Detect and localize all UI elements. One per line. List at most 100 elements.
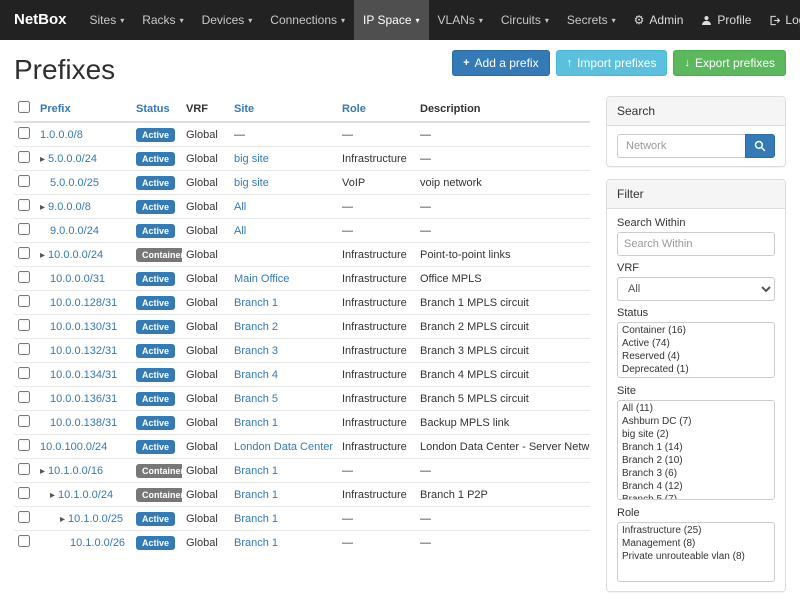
prefix-link[interactable]: 1.0.0.0/8 xyxy=(40,129,83,141)
vrf-cell: Global xyxy=(182,267,230,291)
nav-item-sites[interactable]: Sites▾ xyxy=(81,0,134,40)
vrf-filter-select[interactable]: All xyxy=(617,277,775,301)
select-all-checkbox[interactable] xyxy=(18,101,30,113)
filter-option[interactable]: Deprecated (1) xyxy=(619,363,773,376)
nav-item-secrets[interactable]: Secrets▾ xyxy=(558,0,625,40)
prefix-link[interactable]: 10.1.0.0/24 xyxy=(58,489,113,501)
filter-option[interactable]: Active (74) xyxy=(619,337,773,350)
row-checkbox[interactable] xyxy=(18,439,30,451)
filter-option[interactable]: Branch 5 (7) xyxy=(619,493,773,500)
site-link[interactable]: big site xyxy=(234,177,269,189)
site-filter-select[interactable]: All (11)Ashburn DC (7)big site (2)Branch… xyxy=(617,400,775,500)
row-checkbox[interactable] xyxy=(18,199,30,211)
add-prefix-button[interactable]: + Add a prefix xyxy=(452,50,549,76)
search-input[interactable] xyxy=(617,134,745,158)
prefix-link[interactable]: 10.0.0.0/24 xyxy=(48,249,103,261)
row-checkbox[interactable] xyxy=(18,487,30,499)
export-prefixes-button[interactable]: ↓ Export prefixes xyxy=(673,50,786,76)
site-link[interactable]: London Data Center xyxy=(234,441,333,453)
prefix-link[interactable]: 10.0.100.0/24 xyxy=(40,441,107,453)
column-header-site[interactable]: Site xyxy=(230,96,338,122)
row-checkbox[interactable] xyxy=(18,151,30,163)
site-link[interactable]: big site xyxy=(234,153,269,165)
nav-item-label: Admin xyxy=(649,13,683,27)
nav-item-ip-space[interactable]: IP Space▾ xyxy=(354,0,429,40)
filter-option[interactable]: big site (2) xyxy=(619,428,773,441)
table-row: ▸10.0.0.0/24ContainerGlobalInfrastructur… xyxy=(14,243,590,267)
row-checkbox[interactable] xyxy=(18,343,30,355)
prefix-link[interactable]: 5.0.0.0/24 xyxy=(48,153,97,165)
prefix-cell: 10.0.0.136/31 xyxy=(36,387,132,411)
filter-option[interactable]: All (11) xyxy=(619,402,773,415)
import-prefixes-button[interactable]: ↑ Import prefixes xyxy=(556,50,668,76)
row-checkbox[interactable] xyxy=(18,247,30,259)
site-link[interactable]: Branch 1 xyxy=(234,417,278,429)
filter-option[interactable]: Management (8) xyxy=(619,537,773,550)
prefix-link[interactable]: 10.1.0.0/25 xyxy=(68,513,123,525)
nav-item-vlans[interactable]: VLANs▾ xyxy=(429,0,492,40)
prefix-link[interactable]: 5.0.0.0/25 xyxy=(50,177,99,189)
nav-profile-link[interactable]: Profile xyxy=(692,0,760,40)
site-link[interactable]: Branch 1 xyxy=(234,489,278,501)
filter-option[interactable]: Branch 1 (14) xyxy=(619,441,773,454)
filter-option[interactable]: Ashburn DC (7) xyxy=(619,415,773,428)
filter-option[interactable]: Branch 4 (12) xyxy=(619,480,773,493)
search-within-input[interactable] xyxy=(617,232,775,256)
column-header-status[interactable]: Status xyxy=(132,96,182,122)
prefix-link[interactable]: 10.1.0.0/16 xyxy=(48,465,103,477)
row-checkbox[interactable] xyxy=(18,127,30,139)
site-link[interactable]: Branch 2 xyxy=(234,321,278,333)
row-checkbox[interactable] xyxy=(18,319,30,331)
prefix-link[interactable]: 9.0.0.0/8 xyxy=(48,201,91,213)
row-checkbox[interactable] xyxy=(18,271,30,283)
search-button[interactable] xyxy=(745,134,775,158)
filter-option[interactable]: Infrastructure (25) xyxy=(619,524,773,537)
prefix-link[interactable]: 10.0.0.138/31 xyxy=(50,417,117,429)
status-filter-select[interactable]: Container (16)Active (74)Reserved (4)Dep… xyxy=(617,322,775,378)
site-link[interactable]: Main Office xyxy=(234,273,289,285)
row-checkbox[interactable] xyxy=(18,391,30,403)
site-link[interactable]: All xyxy=(234,201,246,213)
status-cell: Active xyxy=(132,339,182,363)
nav-item-connections[interactable]: Connections▾ xyxy=(261,0,354,40)
prefix-link[interactable]: 10.0.0.130/31 xyxy=(50,321,117,333)
row-checkbox[interactable] xyxy=(18,463,30,475)
column-header-prefix[interactable]: Prefix xyxy=(36,96,132,122)
site-link[interactable]: Branch 5 xyxy=(234,393,278,405)
nav-item-devices[interactable]: Devices▾ xyxy=(193,0,262,40)
filter-option[interactable]: Private unrouteable vlan (8) xyxy=(619,550,773,563)
brand-logo[interactable]: NetBox xyxy=(0,0,81,40)
row-checkbox[interactable] xyxy=(18,295,30,307)
prefix-link[interactable]: 10.0.0.0/31 xyxy=(50,273,105,285)
row-checkbox[interactable] xyxy=(18,511,30,523)
site-link[interactable]: Branch 3 xyxy=(234,345,278,357)
prefix-link[interactable]: 10.0.0.134/31 xyxy=(50,369,117,381)
site-link[interactable]: Branch 1 xyxy=(234,465,278,477)
prefix-link[interactable]: 9.0.0.0/24 xyxy=(50,225,99,237)
prefix-link[interactable]: 10.0.0.136/31 xyxy=(50,393,117,405)
nav-log-out-link[interactable]: Log out xyxy=(760,0,800,40)
site-link[interactable]: Branch 1 xyxy=(234,297,278,309)
role-filter-select[interactable]: Infrastructure (25)Management (8)Private… xyxy=(617,522,775,582)
site-link[interactable]: Branch 1 xyxy=(234,537,278,549)
site-link[interactable]: All xyxy=(234,225,246,237)
filter-option[interactable]: Reserved (4) xyxy=(619,350,773,363)
filter-option[interactable]: Branch 3 (6) xyxy=(619,467,773,480)
column-header-role[interactable]: Role xyxy=(338,96,416,122)
site-link[interactable]: Branch 4 xyxy=(234,369,278,381)
row-checkbox[interactable] xyxy=(18,223,30,235)
row-checkbox[interactable] xyxy=(18,415,30,427)
row-checkbox[interactable] xyxy=(18,367,30,379)
row-checkbox[interactable] xyxy=(18,175,30,187)
nav-item-circuits[interactable]: Circuits▾ xyxy=(492,0,558,40)
table-row: 10.0.100.0/24ActiveGlobalLondon Data Cen… xyxy=(14,435,590,459)
filter-option[interactable]: Branch 2 (10) xyxy=(619,454,773,467)
prefix-link[interactable]: 10.1.0.0/26 xyxy=(70,537,125,549)
prefix-link[interactable]: 10.0.0.132/31 xyxy=(50,345,117,357)
filter-option[interactable]: Container (16) xyxy=(619,324,773,337)
nav-admin-link[interactable]: ⚙Admin xyxy=(625,0,693,40)
site-link[interactable]: Branch 1 xyxy=(234,513,278,525)
nav-item-racks[interactable]: Racks▾ xyxy=(133,0,192,40)
row-checkbox[interactable] xyxy=(18,535,30,547)
prefix-link[interactable]: 10.0.0.128/31 xyxy=(50,297,117,309)
